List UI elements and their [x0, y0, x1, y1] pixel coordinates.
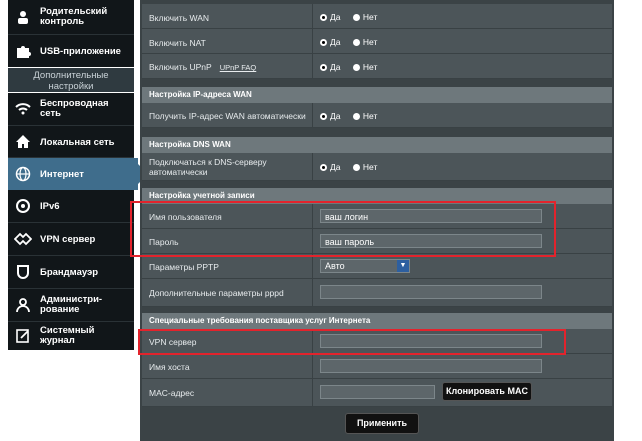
pptp-row: Параметры PPTP Авто ▼	[142, 254, 612, 279]
wifi-icon	[14, 100, 32, 118]
sidebar-item-label: VPN сервер	[40, 233, 96, 245]
auto-ip-row: Получить IP-адрес WAN автоматически Да Н…	[142, 103, 612, 128]
enable-wan-yes-radio[interactable]	[320, 14, 327, 21]
enable-nat-label: Включить NAT	[149, 38, 206, 48]
vpn-server-highlight	[138, 329, 566, 355]
vpn-icon	[14, 230, 32, 248]
enable-upnp-radio-group: Да Нет	[320, 62, 377, 72]
log-icon	[14, 327, 32, 345]
sidebar-item-label: Администри- рование	[40, 294, 103, 315]
sidebar-item-label: Интернет	[40, 168, 84, 180]
pppd-row: Дополнительные параметры pppd	[142, 279, 612, 307]
enable-wan-radio-group: Да Нет	[320, 12, 377, 22]
sidebar-item-label: Брандмауэр	[40, 266, 99, 278]
globe-icon	[14, 165, 32, 183]
sidebar-item-wireless[interactable]: Беспроводная сеть	[8, 93, 134, 125]
auto-ip-label: Получить IP-адрес WAN автоматически	[149, 111, 306, 121]
sidebar-item-administration[interactable]: Администри- рование	[8, 289, 134, 321]
advanced-settings-header: Дополнительные настройки	[8, 68, 134, 92]
sidebar-item-label: Беспроводная сеть	[40, 98, 109, 119]
isp-section-header: Специальные требования поставщика услуг …	[142, 313, 612, 329]
enable-upnp-label: Включить UPnP UPnP FAQ	[149, 62, 257, 72]
enable-upnp-row: Включить UPnP UPnP FAQ Да Нет	[142, 54, 612, 79]
parental-icon	[14, 8, 32, 26]
hostname-input[interactable]	[320, 359, 542, 373]
enable-nat-no-radio[interactable]	[352, 39, 360, 46]
pptp-select[interactable]: Авто ▼	[320, 259, 410, 273]
enable-nat-row: Включить NAT Да Нет	[142, 29, 612, 54]
mac-label: MAC-адрес	[149, 388, 195, 398]
auto-ip-radio-group: Да Нет	[320, 111, 377, 121]
shield-icon	[14, 263, 32, 281]
enable-upnp-yes-radio[interactable]	[320, 64, 327, 71]
auto-dns-radio-group: Да Нет	[320, 162, 377, 172]
credentials-highlight	[130, 201, 556, 257]
ip-section-header: Настройка IP-адреса WAN	[142, 87, 612, 103]
apply-button[interactable]: Применить	[345, 413, 419, 434]
auto-ip-yes-radio[interactable]	[320, 113, 327, 120]
puzzle-icon	[14, 42, 32, 60]
hostname-row: Имя хоста	[142, 354, 612, 379]
pppd-input[interactable]	[320, 285, 542, 299]
mac-row: MAC-адрес Клонировать MAC	[142, 379, 612, 407]
sidebar-item-label: Системный журнал	[40, 325, 95, 346]
sidebar-item-label: IPv6	[40, 200, 60, 212]
enable-wan-row: Включить WAN Да Нет	[142, 4, 612, 29]
auto-dns-row: Подключаться к DNS-серверу автоматически…	[142, 153, 612, 181]
sidebar-item-parental-control[interactable]: Родительский контроль	[8, 0, 134, 34]
upnp-faq-link[interactable]: UPnP FAQ	[220, 63, 257, 72]
enable-wan-no-radio[interactable]	[352, 14, 360, 21]
sidebar-item-label: Родительский контроль	[40, 6, 108, 27]
enable-nat-yes-radio[interactable]	[320, 39, 327, 46]
enable-upnp-no-radio[interactable]	[352, 64, 360, 71]
sidebar-item-label: Локальная сеть	[40, 136, 115, 148]
sidebar-item-firewall[interactable]: Брандмауэр	[8, 256, 134, 288]
chevron-down-icon: ▼	[397, 260, 409, 272]
right-margin	[614, 0, 642, 441]
pptp-label: Параметры PPTP	[149, 262, 219, 272]
sidebar-item-usb[interactable]: USB-приложение	[8, 35, 134, 67]
sidebar-item-internet[interactable]: Интернет	[8, 158, 148, 190]
sidebar-item-vpn-server[interactable]: VPN сервер	[8, 223, 134, 255]
sidebar-item-label: USB-приложение	[40, 45, 121, 57]
dns-section-header: Настройка DNS WAN	[142, 137, 612, 153]
enable-nat-radio-group: Да Нет	[320, 37, 377, 47]
hostname-label: Имя хоста	[149, 362, 190, 372]
sidebar: Родительский контроль USB-приложение Доп…	[0, 0, 148, 441]
sidebar-item-ipv6[interactable]: IPv6	[8, 190, 134, 222]
admin-icon	[14, 296, 32, 314]
sidebar-item-system-log[interactable]: Системный журнал	[8, 322, 134, 350]
enable-wan-label: Включить WAN	[149, 13, 210, 23]
auto-dns-yes-radio[interactable]	[320, 164, 327, 171]
home-icon	[14, 133, 32, 151]
auto-ip-no-radio[interactable]	[352, 113, 360, 120]
ipv6-icon	[14, 197, 32, 215]
sidebar-item-lan[interactable]: Локальная сеть	[8, 126, 134, 158]
auto-dns-label: Подключаться к DNS-серверу автоматически	[149, 157, 267, 177]
clone-mac-button[interactable]: Клонировать MAC	[442, 382, 532, 401]
auto-dns-no-radio[interactable]	[352, 164, 360, 171]
mac-input[interactable]	[320, 385, 435, 399]
pppd-label: Дополнительные параметры pppd	[149, 288, 284, 298]
